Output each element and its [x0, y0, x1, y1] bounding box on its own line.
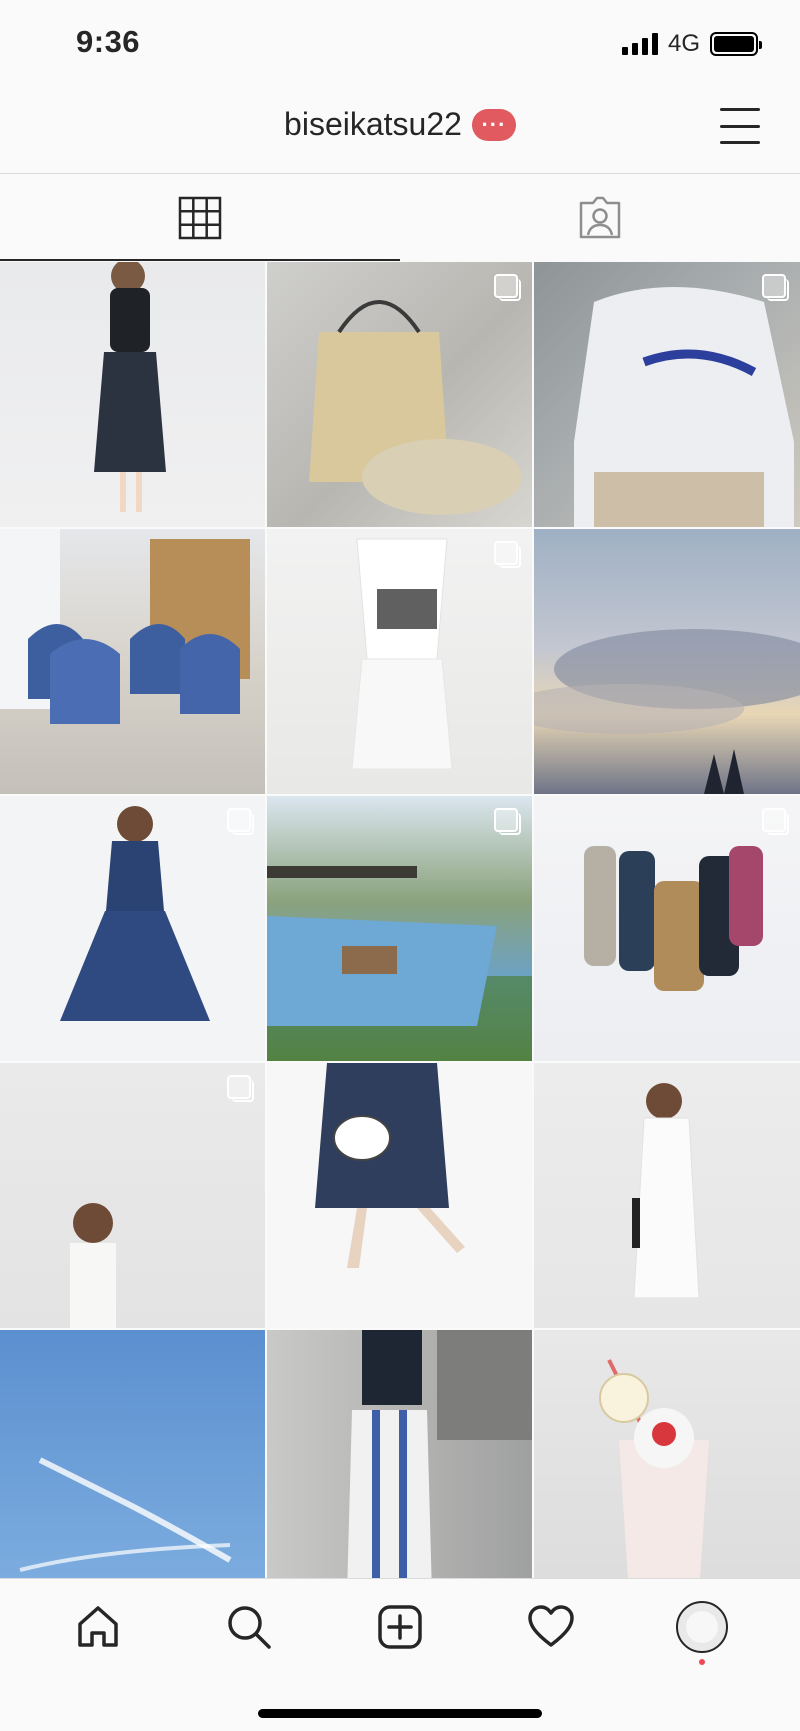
status-indicators: 4G	[621, 30, 762, 58]
profile-tabs	[0, 175, 800, 261]
profile-header: biseikatsu22 ···	[0, 86, 800, 174]
notification-dot	[699, 1659, 706, 1665]
post-thumbnail[interactable]	[0, 262, 265, 527]
post-image	[315, 1063, 465, 1268]
home-button[interactable]	[68, 1597, 128, 1657]
post-image	[0, 529, 250, 724]
bottom-nav	[0, 1578, 800, 1731]
post-thumbnail[interactable]	[0, 1063, 265, 1328]
post-image	[347, 1330, 532, 1578]
search-icon	[228, 1606, 271, 1649]
new-post-icon	[378, 1605, 422, 1649]
post-thumbnail[interactable]	[534, 1330, 800, 1578]
post-image	[351, 538, 453, 770]
multiple-photos-icon	[494, 541, 521, 568]
status-bar: 9:36 4G	[0, 0, 800, 86]
profile-username[interactable]: biseikatsu22	[284, 106, 462, 143]
signal-icon	[621, 33, 658, 55]
profile-avatar	[676, 1601, 729, 1653]
multiple-photos-icon	[762, 808, 789, 835]
post-thumbnail[interactable]	[0, 1330, 265, 1578]
activity-button[interactable]	[521, 1597, 581, 1657]
profile-button[interactable]	[672, 1597, 732, 1665]
multiple-photos-icon	[762, 274, 789, 301]
multiple-photos-icon	[494, 274, 521, 301]
post-image	[534, 629, 800, 794]
post-image	[599, 1359, 709, 1578]
network-type: 4G	[667, 30, 700, 57]
status-time: 9:36	[76, 24, 141, 59]
post-image	[309, 300, 522, 515]
search-button[interactable]	[219, 1597, 279, 1657]
post-thumbnail[interactable]	[534, 796, 800, 1061]
tagged-tab[interactable]	[400, 175, 800, 261]
grid-icon	[178, 196, 222, 240]
post-thumbnail[interactable]	[0, 796, 265, 1061]
post-image	[60, 806, 210, 1021]
post-image	[70, 1203, 116, 1328]
home-icon	[77, 1606, 118, 1647]
post-thumbnail[interactable]	[534, 262, 800, 527]
notification-badge[interactable]: ···	[471, 108, 516, 141]
battery-icon	[710, 32, 762, 56]
post-thumbnail[interactable]	[267, 1330, 532, 1578]
activity-heart-icon	[528, 1605, 574, 1647]
post-thumbnail[interactable]	[267, 529, 532, 794]
post-image	[19, 1457, 232, 1572]
post-image	[267, 866, 532, 1061]
new-post-button[interactable]	[370, 1597, 430, 1657]
home-indicator[interactable]	[258, 1709, 542, 1718]
tagged-person-icon	[579, 196, 621, 239]
grid-tab[interactable]	[0, 175, 400, 261]
post-thumbnail[interactable]	[534, 1063, 800, 1328]
post-image	[584, 846, 763, 991]
multiple-photos-icon	[227, 1075, 254, 1102]
posts-grid	[0, 262, 800, 1578]
hamburger-menu-icon[interactable]	[720, 108, 760, 144]
post-image	[94, 262, 166, 512]
post-thumbnail[interactable]	[267, 796, 532, 1061]
post-thumbnail[interactable]	[267, 262, 532, 527]
post-thumbnail[interactable]	[267, 1063, 532, 1328]
post-thumbnail[interactable]	[0, 529, 265, 794]
multiple-photos-icon	[227, 808, 254, 835]
post-image	[632, 1083, 700, 1299]
multiple-photos-icon	[494, 808, 521, 835]
post-thumbnail[interactable]	[534, 529, 800, 794]
post-image	[574, 287, 794, 527]
